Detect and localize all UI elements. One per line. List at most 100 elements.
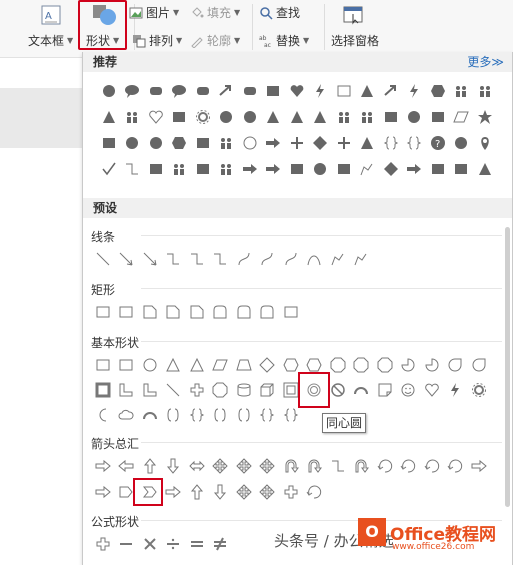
diamond-shape-icon[interactable] bbox=[379, 156, 403, 182]
brace-shape-icon[interactable] bbox=[403, 130, 427, 156]
octa-shape-icon[interactable] bbox=[373, 354, 397, 376]
bubble-shape-icon[interactable] bbox=[121, 78, 145, 104]
select-pane-button[interactable]: 选择窗格 bbox=[331, 32, 379, 49]
times-shape-icon[interactable] bbox=[138, 533, 162, 555]
linea-shape-icon[interactable] bbox=[115, 248, 139, 270]
scurve-shape-icon[interactable] bbox=[256, 248, 280, 270]
round2-shape-icon[interactable] bbox=[232, 301, 256, 323]
frame-shape-icon[interactable] bbox=[91, 379, 115, 401]
ocircle-shape-icon[interactable] bbox=[138, 354, 162, 376]
textbox-icon[interactable]: A bbox=[40, 4, 62, 26]
para-shape-icon[interactable] bbox=[450, 104, 474, 130]
minus-shape-icon[interactable] bbox=[115, 533, 139, 555]
qmark-shape-icon[interactable]: ? bbox=[426, 130, 450, 156]
scrollbar[interactable] bbox=[505, 227, 510, 507]
rect-shape-icon[interactable] bbox=[262, 78, 286, 104]
bubble-shape-icon[interactable] bbox=[168, 78, 192, 104]
circle-shape-icon[interactable] bbox=[309, 156, 333, 182]
diamond-shape-icon[interactable] bbox=[309, 130, 333, 156]
otri-shape-icon[interactable] bbox=[185, 354, 209, 376]
smile-shape-icon[interactable] bbox=[397, 379, 421, 401]
lshape-shape-icon[interactable] bbox=[115, 379, 139, 401]
plus-shape-icon[interactable] bbox=[285, 130, 309, 156]
circle-shape-icon[interactable] bbox=[144, 130, 168, 156]
arc-shape-icon[interactable] bbox=[350, 379, 374, 401]
tri-shape-icon[interactable] bbox=[473, 156, 497, 182]
textbox-button[interactable]: 文本框 ▼ bbox=[28, 32, 73, 49]
line-shape-icon[interactable] bbox=[91, 248, 115, 270]
rrect-shape-icon[interactable] bbox=[144, 78, 168, 104]
circarrow-shape-icon[interactable] bbox=[444, 455, 468, 477]
orarrow-shape-icon[interactable] bbox=[91, 455, 115, 477]
orect-shape-icon[interactable] bbox=[91, 301, 115, 323]
line-shape-icon[interactable] bbox=[162, 379, 186, 401]
rect-shape-icon[interactable] bbox=[168, 104, 192, 130]
rect-shape-icon[interactable] bbox=[379, 104, 403, 130]
orarrow-shape-icon[interactable] bbox=[91, 481, 115, 503]
arrow-shape-icon[interactable] bbox=[379, 78, 403, 104]
bracket-shape-icon[interactable] bbox=[209, 404, 233, 426]
qarrow-shape-icon[interactable] bbox=[256, 455, 280, 477]
rect-shape-icon[interactable] bbox=[450, 156, 474, 182]
tri-shape-icon[interactable] bbox=[262, 104, 286, 130]
lrarrow-shape-icon[interactable] bbox=[185, 455, 209, 477]
brace-shape-icon[interactable] bbox=[256, 404, 280, 426]
larrow-shape-icon[interactable] bbox=[115, 455, 139, 477]
replace-button[interactable]: ab ac 替换 ▼ bbox=[259, 32, 309, 49]
rect-shape-icon[interactable] bbox=[97, 130, 121, 156]
tri-shape-icon[interactable] bbox=[309, 104, 333, 130]
oheart-shape-icon[interactable] bbox=[144, 104, 168, 130]
shape-icon[interactable] bbox=[92, 3, 118, 27]
people-shape-icon[interactable] bbox=[215, 156, 239, 182]
hex-shape-icon[interactable] bbox=[168, 130, 192, 156]
pie-shape-icon[interactable] bbox=[420, 354, 444, 376]
qarrow-shape-icon[interactable] bbox=[232, 455, 256, 477]
oplus-shape-icon[interactable] bbox=[185, 379, 209, 401]
orect-shape-icon[interactable] bbox=[91, 354, 115, 376]
circarrow-shape-icon[interactable] bbox=[373, 455, 397, 477]
snip-shape-icon[interactable] bbox=[162, 301, 186, 323]
circle-shape-icon[interactable] bbox=[215, 104, 239, 130]
people-shape-icon[interactable] bbox=[450, 78, 474, 104]
elbow-shape-icon[interactable] bbox=[121, 156, 145, 182]
cyl-shape-icon[interactable] bbox=[232, 379, 256, 401]
oplus-shape-icon[interactable] bbox=[91, 533, 115, 555]
circarrow-shape-icon[interactable] bbox=[420, 455, 444, 477]
ocircle-shape-icon[interactable] bbox=[238, 130, 262, 156]
gear-shape-icon[interactable] bbox=[191, 104, 215, 130]
people-shape-icon[interactable] bbox=[356, 104, 380, 130]
teardrop-shape-icon[interactable] bbox=[467, 354, 491, 376]
uarrow-shape-icon[interactable] bbox=[185, 481, 209, 503]
tri-shape-icon[interactable] bbox=[97, 104, 121, 130]
equal-shape-icon[interactable] bbox=[185, 533, 209, 555]
tri-shape-icon[interactable] bbox=[356, 130, 380, 156]
cube-shape-icon[interactable] bbox=[256, 379, 280, 401]
linea-shape-icon[interactable] bbox=[138, 248, 162, 270]
round2-shape-icon[interactable] bbox=[209, 301, 233, 323]
circle-shape-icon[interactable] bbox=[450, 130, 474, 156]
people-shape-icon[interactable] bbox=[168, 156, 192, 182]
rect-shape-icon[interactable] bbox=[426, 104, 450, 130]
orect-shape-icon[interactable] bbox=[332, 78, 356, 104]
bracket-shape-icon[interactable] bbox=[232, 404, 256, 426]
rect-shape-icon[interactable] bbox=[144, 156, 168, 182]
qarrow-shape-icon[interactable] bbox=[232, 481, 256, 503]
people-shape-icon[interactable] bbox=[473, 78, 497, 104]
arrow-shape-icon[interactable] bbox=[215, 78, 239, 104]
odiamond-shape-icon[interactable] bbox=[256, 354, 280, 376]
circle-shape-icon[interactable] bbox=[403, 104, 427, 130]
scurve-shape-icon[interactable] bbox=[279, 248, 303, 270]
rrect-shape-icon[interactable] bbox=[191, 78, 215, 104]
fill-button[interactable]: 填充 ▼ bbox=[190, 4, 240, 21]
rarrow-shape-icon[interactable] bbox=[238, 156, 262, 182]
round2-shape-icon[interactable] bbox=[256, 301, 280, 323]
rarrow-shape-icon[interactable] bbox=[403, 156, 427, 182]
rarrow-shape-icon[interactable] bbox=[262, 130, 286, 156]
elbow-shape-icon[interactable] bbox=[162, 248, 186, 270]
darrow-shape-icon[interactable] bbox=[209, 481, 233, 503]
rect-shape-icon[interactable] bbox=[191, 130, 215, 156]
orect-shape-icon[interactable] bbox=[115, 354, 139, 376]
qarrow-shape-icon[interactable] bbox=[209, 455, 233, 477]
oheart-shape-icon[interactable] bbox=[420, 379, 444, 401]
free-shape-icon[interactable] bbox=[326, 248, 350, 270]
